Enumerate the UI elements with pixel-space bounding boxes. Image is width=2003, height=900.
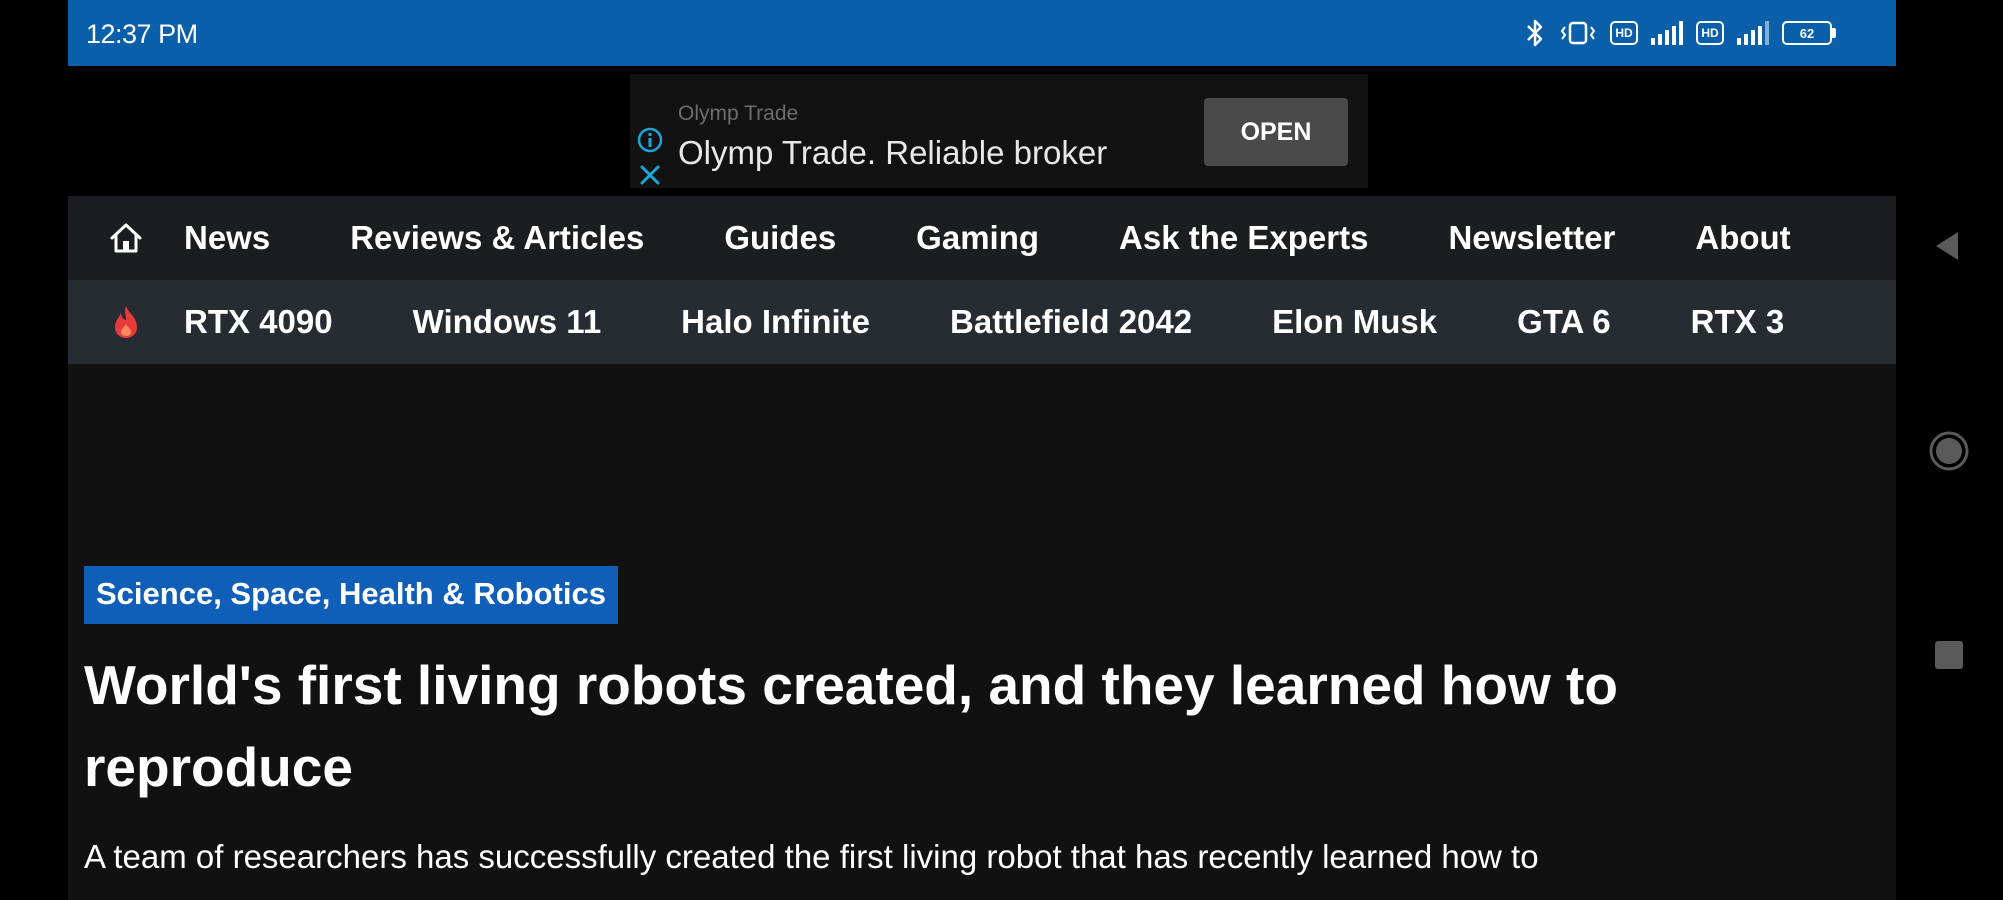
hd-icon: HD (1696, 21, 1724, 45)
battery-level: 62 (1782, 21, 1832, 45)
nav-item-about[interactable]: About (1695, 219, 1790, 257)
nav-item-news[interactable]: News (184, 219, 270, 257)
battery-icon: 62 (1782, 21, 1836, 45)
article-title: World's first living robots created, and… (84, 654, 1618, 798)
trending-item-gta-6[interactable]: GTA 6 (1517, 303, 1611, 341)
signal-icon (1650, 20, 1684, 46)
close-icon[interactable] (637, 162, 663, 193)
recents-icon[interactable] (1934, 640, 1964, 675)
signal-icon (1736, 20, 1770, 46)
trending-item-halo-infinite[interactable]: Halo Infinite (681, 303, 870, 341)
trending-nav: RTX 4090 Windows 11 Halo Infinite Battle… (68, 280, 1896, 364)
phone-screen: 12:37 PM HD HD 62 Olymp Trade Olymp Trad… (68, 0, 1896, 900)
trending-item-battlefield-2042[interactable]: Battlefield 2042 (950, 303, 1192, 341)
ad-headline[interactable]: Olymp Trade. Reliable broker (678, 134, 1107, 172)
android-nav-bar (1896, 0, 2003, 900)
article: Science, Space, Health & Robotics World'… (84, 566, 1864, 882)
vibrate-icon (1558, 18, 1598, 48)
trending-item-windows-11[interactable]: Windows 11 (413, 303, 602, 341)
status-time: 12:37 PM (86, 19, 198, 49)
primary-nav: News Reviews & Articles Guides Gaming As… (68, 196, 1896, 280)
status-bar: 12:37 PM HD HD 62 (68, 0, 1896, 66)
ad-open-button[interactable]: OPEN (1204, 98, 1348, 166)
nav-item-newsletter[interactable]: Newsletter (1448, 219, 1615, 257)
hd-icon: HD (1610, 21, 1638, 45)
ad-area: Olymp Trade Olymp Trade. Reliable broker… (68, 66, 1896, 196)
trending-item-elon-musk[interactable]: Elon Musk (1272, 303, 1437, 341)
info-icon[interactable] (636, 126, 664, 159)
back-icon[interactable] (1932, 228, 1962, 269)
fire-icon (68, 304, 184, 340)
trending-item-rtx-4090[interactable]: RTX 4090 (184, 303, 333, 341)
status-icons: HD HD 62 (1524, 16, 1836, 50)
home-icon[interactable] (68, 221, 184, 255)
ad-sponsor: Olymp Trade (678, 102, 799, 125)
category-badge[interactable]: Science, Space, Health & Robotics (84, 566, 618, 624)
trending-item-rtx-3[interactable]: RTX 3 (1691, 303, 1785, 341)
nav-item-gaming[interactable]: Gaming (916, 219, 1039, 257)
nav-item-guides[interactable]: Guides (724, 219, 836, 257)
nav-item-ask-the-experts[interactable]: Ask the Experts (1119, 219, 1368, 257)
article-summary: A team of researchers has successfully c… (84, 838, 1539, 875)
bluetooth-icon (1524, 18, 1546, 48)
nav-item-reviews-articles[interactable]: Reviews & Articles (350, 219, 644, 257)
home-circle-icon[interactable] (1928, 430, 1970, 477)
ad-banner[interactable]: Olymp Trade Olymp Trade. Reliable broker… (630, 74, 1368, 188)
